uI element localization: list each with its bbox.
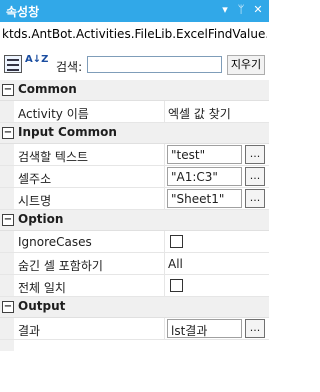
- selected-class-name: ktds.AntBot.Activities.FileLib.ExcelFind…: [2, 27, 267, 41]
- close-icon[interactable]: ✕: [251, 3, 265, 16]
- category-label: Input Common: [18, 125, 117, 139]
- ellipsis-button[interactable]: ...: [245, 167, 265, 186]
- collapse-icon[interactable]: −: [2, 84, 14, 96]
- property-ignore-cases[interactable]: IgnoreCases: [0, 231, 269, 253]
- property-grid: − Common Activity 이름 엑셀 값 찾기 − Input Com…: [0, 80, 269, 340]
- column-separator: [164, 144, 165, 165]
- column-separator: [164, 166, 165, 187]
- ignore-cases-checkbox[interactable]: [170, 235, 183, 248]
- property-name: 숨긴 셀 포함하기: [18, 259, 103, 273]
- property-name: 전체 일치: [18, 281, 66, 295]
- property-name: 검색할 텍스트: [18, 150, 89, 164]
- toolbar: A↓Z 검색: 지우기: [0, 52, 269, 78]
- category-output[interactable]: − Output: [0, 297, 269, 318]
- category-common[interactable]: − Common: [0, 80, 269, 101]
- column-separator: [164, 318, 165, 339]
- clear-button[interactable]: 지우기: [227, 55, 265, 75]
- collapse-icon[interactable]: −: [2, 214, 14, 226]
- property-search-text[interactable]: 검색할 텍스트 "test" ...: [0, 144, 269, 166]
- collapse-icon[interactable]: −: [2, 127, 14, 139]
- property-name: IgnoreCases: [18, 235, 92, 249]
- property-value-field[interactable]: "test": [167, 145, 242, 164]
- property-value-field[interactable]: "Sheet1": [167, 189, 242, 208]
- property-include-hidden-cells[interactable]: 숨긴 셀 포함하기 All: [0, 253, 269, 275]
- property-name: Activity 이름: [18, 107, 89, 121]
- property-sheet-name[interactable]: 시트명 "Sheet1" ...: [0, 188, 269, 210]
- search-input[interactable]: [87, 56, 222, 73]
- collapse-icon[interactable]: −: [2, 301, 14, 313]
- property-name: 결과: [18, 324, 41, 338]
- property-value-field[interactable]: "A1:C3": [167, 167, 242, 186]
- alphabetical-sort-icon[interactable]: A↓Z: [25, 55, 48, 73]
- ellipsis-button[interactable]: ...: [245, 319, 265, 338]
- exact-match-checkbox[interactable]: [170, 279, 183, 292]
- categorized-view-icon[interactable]: [4, 55, 22, 73]
- dropdown-icon[interactable]: ▾: [218, 3, 232, 16]
- property-value[interactable]: All: [168, 257, 183, 271]
- property-value-field[interactable]: lst결과: [167, 319, 242, 338]
- column-separator: [164, 253, 165, 274]
- title-bar: 속성창 ▾ ᛘ ✕: [0, 0, 269, 22]
- ellipsis-button[interactable]: ...: [245, 189, 265, 208]
- property-cell-address[interactable]: 셀주소 "A1:C3" ...: [0, 166, 269, 188]
- category-input-common[interactable]: − Input Common: [0, 123, 269, 144]
- category-label: Option: [18, 212, 64, 226]
- property-name: 셀주소: [18, 172, 52, 186]
- property-activity-name[interactable]: Activity 이름 엑셀 값 찾기: [0, 101, 269, 123]
- category-option[interactable]: − Option: [0, 210, 269, 231]
- property-result[interactable]: 결과 lst결과 ...: [0, 318, 269, 340]
- property-value[interactable]: 엑셀 값 찾기: [168, 105, 231, 122]
- search-label: 검색:: [56, 60, 83, 74]
- window-title: 속성창: [6, 5, 40, 19]
- column-separator: [164, 101, 165, 122]
- column-separator: [164, 231, 165, 252]
- property-name: 시트명: [18, 194, 52, 208]
- property-exact-match[interactable]: 전체 일치: [0, 275, 269, 297]
- category-label: Output: [18, 299, 66, 313]
- category-label: Common: [18, 82, 77, 96]
- pin-icon[interactable]: ᛘ: [234, 3, 248, 16]
- column-separator: [164, 188, 165, 209]
- column-separator: [164, 275, 165, 296]
- ellipsis-button[interactable]: ...: [245, 145, 265, 164]
